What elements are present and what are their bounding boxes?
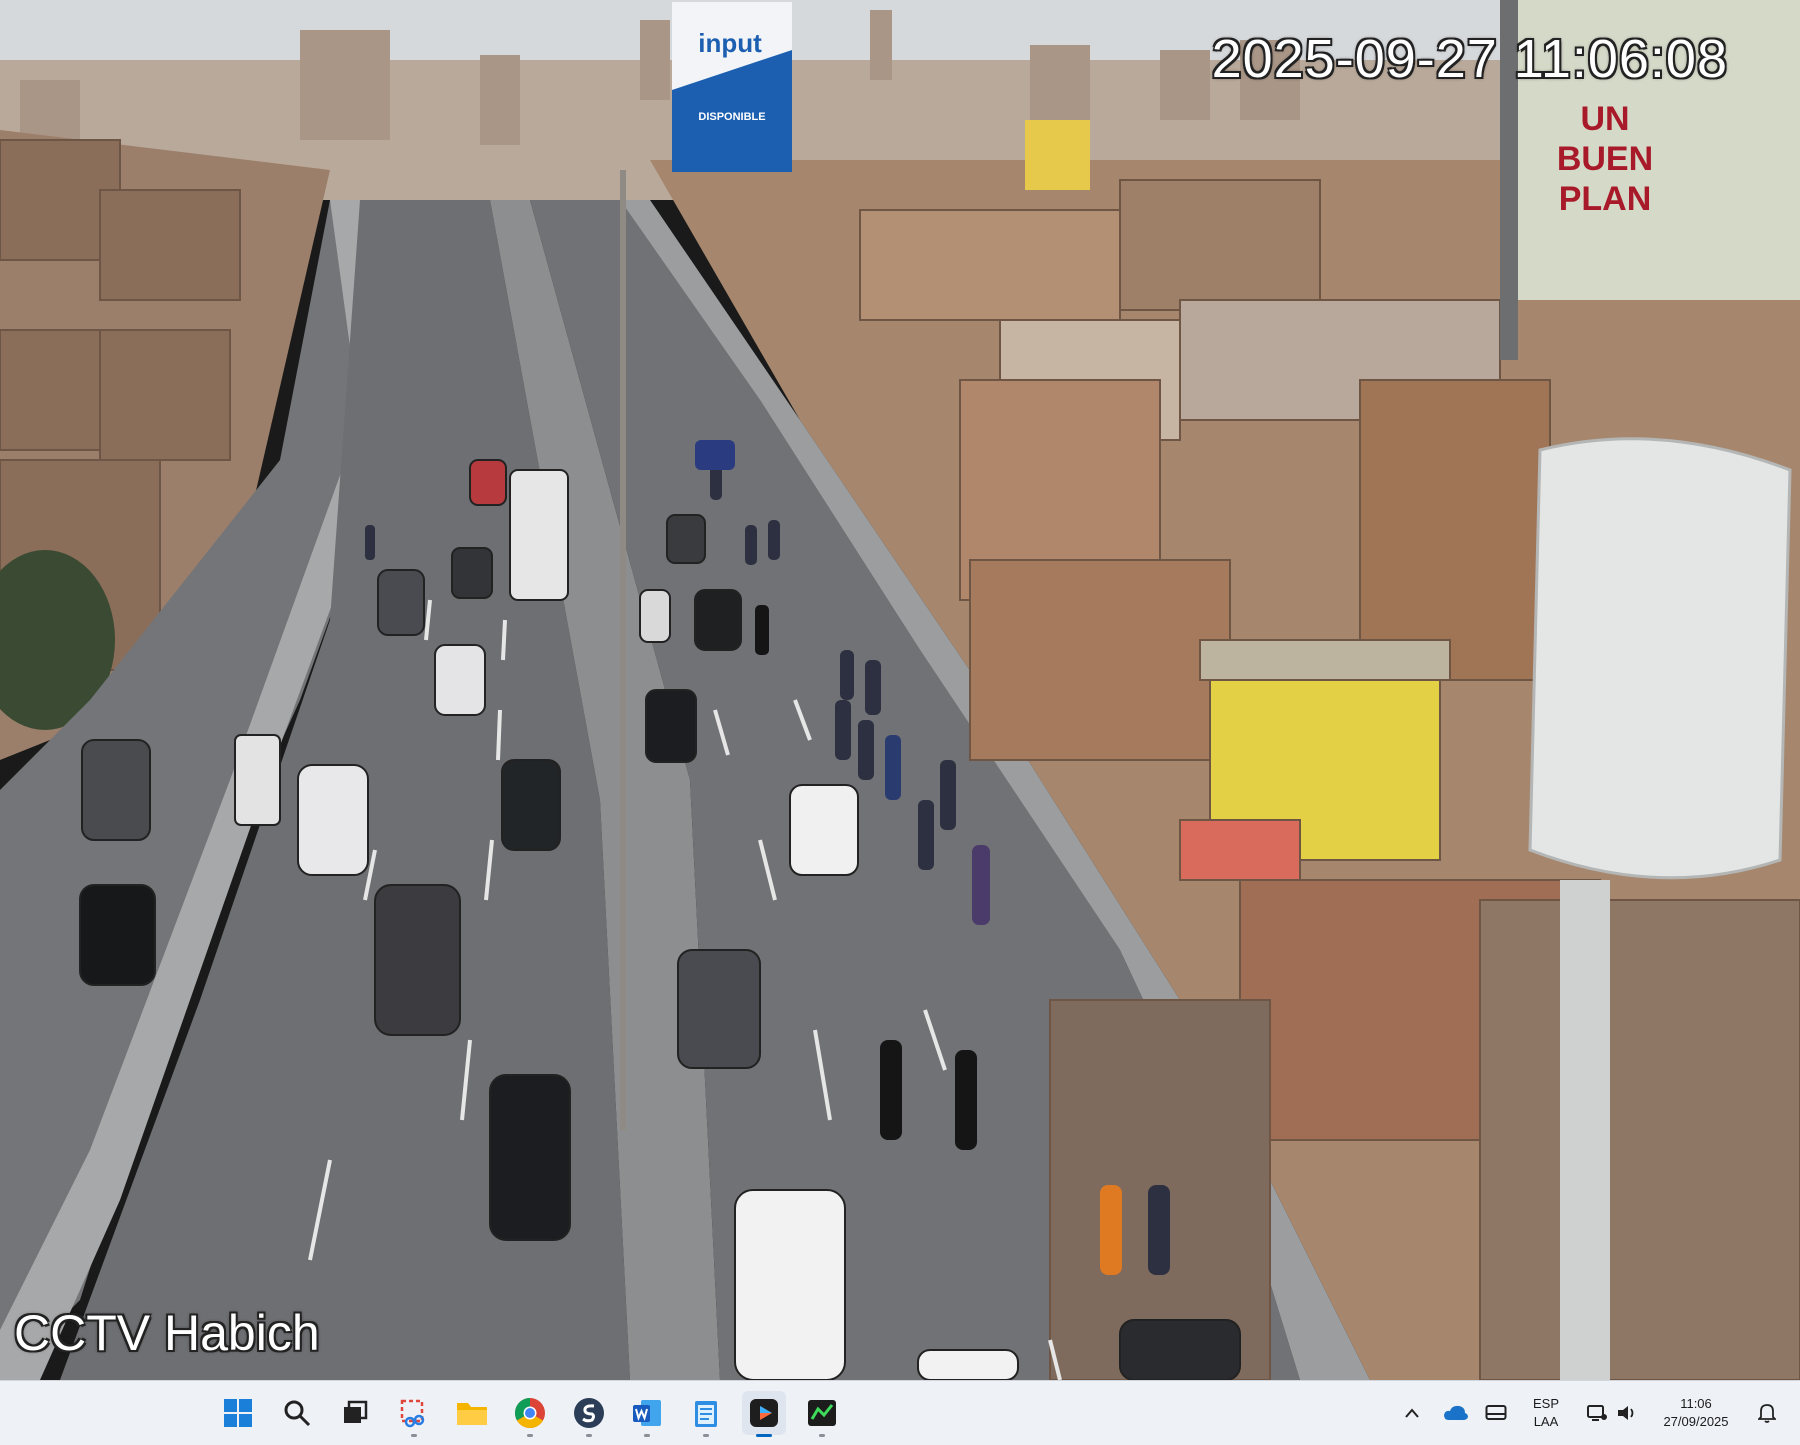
running-indicator [527,1434,533,1437]
chevron-up-icon [1405,1408,1419,1418]
camera-name-label: CCTV Habich [14,1305,320,1361]
cloud-icon [1444,1405,1468,1420]
taskbar-media-player[interactable] [742,1391,786,1437]
cctv-scene: UN BUEN PLAN input DISPONIBLE [0,0,1800,1380]
active-indicator [756,1434,772,1437]
billboard-right-line1: UN [1580,100,1629,138]
word-icon [633,1400,661,1426]
search-button[interactable] [275,1391,319,1435]
volume-icon [1618,1406,1634,1420]
tray-overflow-button[interactable] [1398,1381,1426,1445]
running-indicator [411,1434,417,1437]
taskbar-word[interactable] [625,1391,669,1437]
running-indicator [819,1434,825,1437]
tray-clock[interactable]: 11:06 27/09/2025 [1648,1381,1744,1445]
running-indicator [703,1434,709,1437]
app-s-icon [574,1398,604,1428]
media-player-icon [750,1399,778,1427]
taskbar-snipping-tool[interactable] [392,1391,436,1437]
tray-onedrive[interactable] [1440,1381,1472,1445]
taskbar-app-s[interactable] [567,1391,611,1437]
cctv-video-feed: UN BUEN PLAN input DISPONIBLE 2025-09-27… [0,0,1800,1380]
tray-volume[interactable] [1612,1381,1642,1445]
taskbar-notepad[interactable] [684,1391,728,1437]
tray-network[interactable] [1582,1381,1612,1445]
windows-logo-icon [224,1399,252,1427]
task-view-button[interactable] [333,1391,377,1435]
running-indicator [644,1434,650,1437]
task-view-icon [344,1400,368,1423]
camera-timestamp: 2025-09-27 11:06:08 [1211,29,1728,89]
billboard-right-line3: PLAN [1559,180,1652,218]
running-indicator [586,1434,592,1437]
tray-language[interactable]: ESP LAA [1522,1381,1570,1445]
clock-time: 11:06 [1680,1396,1712,1411]
network-icon [1587,1405,1607,1421]
bell-icon [1758,1404,1776,1423]
taskbar-file-explorer[interactable] [450,1391,494,1435]
language-code: ESP [1532,1396,1559,1411]
taskbar-chrome[interactable] [508,1391,552,1437]
tray-notifications[interactable] [1752,1381,1782,1445]
tray-display[interactable] [1480,1381,1512,1445]
folder-icon [457,1403,487,1425]
keyboard-layout: LAA [1533,1414,1559,1429]
taskbar-terminal-app[interactable] [800,1391,844,1437]
clock-date: 27/09/2025 [1663,1414,1729,1429]
snipping-tool-icon [400,1399,425,1428]
billboard-right-line2: BUEN [1557,140,1653,178]
display-icon [1485,1405,1507,1420]
notepad-icon [695,1401,717,1427]
windows-taskbar: ESP LAA 11:06 27/09/2025 [0,1380,1800,1445]
billboard-top-brand: input [698,28,762,58]
search-icon [284,1400,311,1427]
billboard-top-sub: DISPONIBLE [698,111,765,123]
terminal-app-icon [808,1400,836,1426]
start-button[interactable] [216,1391,260,1435]
chrome-icon [514,1398,545,1429]
